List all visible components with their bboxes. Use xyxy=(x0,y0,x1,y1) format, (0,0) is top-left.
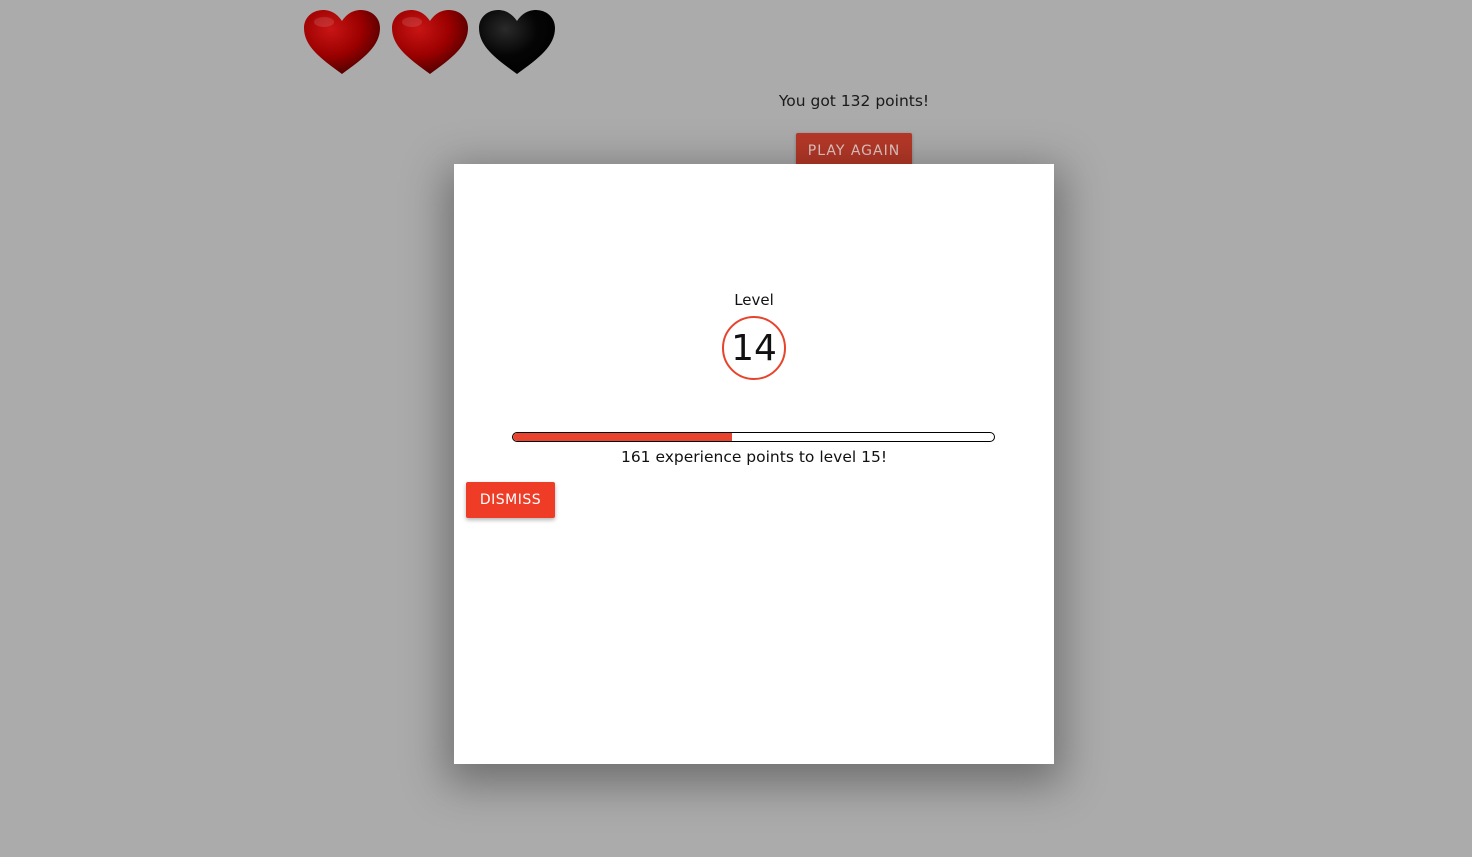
level-label: Level xyxy=(734,291,774,309)
heart-full-icon xyxy=(390,8,470,76)
experience-progress-bar xyxy=(512,432,995,442)
heart-full-icon xyxy=(302,8,382,76)
game-screen: You got 132 points! PLAY AGAIN Level 14 … xyxy=(0,0,1472,857)
level-modal: Level 14 161 experience points to level … xyxy=(454,164,1054,764)
experience-progress-fill xyxy=(513,433,732,441)
experience-text: 161 experience points to level 15! xyxy=(620,448,888,466)
dismiss-button[interactable]: DISMISS xyxy=(466,482,555,518)
lives-indicator xyxy=(302,8,562,78)
level-badge: 14 xyxy=(722,316,786,380)
heart-empty-icon xyxy=(477,8,557,76)
score-text: You got 132 points! xyxy=(778,92,930,110)
